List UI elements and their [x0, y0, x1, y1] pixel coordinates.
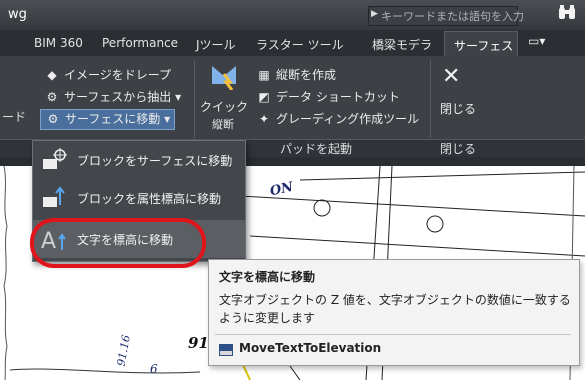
- quick-profile-icon[interactable]: [210, 62, 238, 91]
- ribbon-separator: [430, 60, 431, 138]
- command-icon: [219, 344, 233, 356]
- block-to-elevation-icon: [41, 185, 67, 211]
- extract-icon: ⚙: [46, 90, 58, 104]
- window-title: wg: [8, 7, 27, 22]
- search-placeholder: キーワードまたは語句を入力: [381, 10, 524, 23]
- tab-bridge-modeler[interactable]: 橋梁モデラ: [372, 36, 432, 53]
- drape-icon: ◆: [47, 68, 57, 82]
- profile-create-icon: ▦: [258, 68, 270, 82]
- ribbon-separator: [194, 60, 195, 138]
- tooltip-command-name: MoveTextToElevation: [239, 341, 382, 355]
- extract-label: サーフェスから抽出: [64, 90, 172, 104]
- create-profile-label: 縦断を作成: [276, 68, 337, 82]
- drape-image-label: イメージをドレープ: [64, 68, 172, 82]
- create-profile-button[interactable]: ▦ 縦断を作成: [256, 66, 336, 85]
- menu-item-block-to-elevation[interactable]: ブロックを属性標高に移動: [33, 179, 245, 217]
- canvas-text: 6: [150, 362, 158, 376]
- move-to-surface-label: サーフェスに移動: [65, 112, 161, 126]
- search-input[interactable]: ▶ キーワードまたは語句を入力: [368, 6, 524, 26]
- grading-icon: ✦: [258, 112, 270, 126]
- menu-item-label: ブロックを属性標高に移動: [77, 192, 222, 206]
- ribbon-partial-label: ード: [2, 110, 27, 124]
- tab-surface[interactable]: サーフェス: [444, 31, 518, 57]
- data-shortcut-label: データ ショートカット: [276, 90, 400, 104]
- close-icon[interactable]: ✕: [442, 64, 460, 89]
- menu-item-label: ブロックをサーフェスに移動: [77, 154, 233, 168]
- tab-j-tools[interactable]: Jツール: [196, 36, 236, 53]
- panel-title[interactable]: パッドを起動: [280, 140, 352, 157]
- tab-bim360[interactable]: BIM 360: [34, 36, 83, 50]
- grading-tools-label: グレーディング作成ツール: [276, 112, 420, 126]
- quick-profile-label[interactable]: クイック: [200, 98, 248, 115]
- close-panel-title: 閉じる: [440, 142, 477, 156]
- move-to-surface-icon: ⚙: [47, 112, 59, 126]
- search-expand-icon[interactable]: ▶: [371, 9, 378, 19]
- panel-toggle-icon[interactable]: ▭▾: [528, 34, 545, 48]
- shortcut-icon: ◩: [258, 90, 270, 104]
- move-to-surface-button[interactable]: ⚙ サーフェスに移動 ▾: [40, 109, 176, 130]
- command-tooltip: 文字を標高に移動 文字オブジェクトの Z 値を、文字オブジェクトの数値に一致する…: [208, 259, 580, 366]
- highlight-ring: [30, 218, 206, 268]
- menu-item-block-to-surface[interactable]: ブロックをサーフェスに移動: [33, 141, 245, 179]
- tab-surface-label: サーフェス: [454, 39, 514, 53]
- move-dropdown-icon: ▾: [164, 112, 171, 126]
- grading-tools-button[interactable]: ✦ グレーディング作成ツール: [256, 110, 419, 129]
- drape-image-button[interactable]: ◆ イメージをドレープ: [44, 66, 171, 85]
- tab-raster-tools[interactable]: ラスター ツール: [256, 36, 344, 53]
- data-shortcut-button[interactable]: ◩ データ ショートカット: [256, 88, 400, 107]
- close-button-label[interactable]: 閉じる: [440, 100, 476, 117]
- quick-profile-sublabel: 縦断: [212, 118, 234, 131]
- tab-performance[interactable]: Performance: [102, 36, 178, 50]
- binoculars-icon[interactable]: [556, 5, 578, 25]
- tooltip-title: 文字を標高に移動: [219, 270, 316, 284]
- extract-dropdown-icon: ▾: [175, 90, 182, 104]
- extract-from-surface-button[interactable]: ⚙ サーフェスから抽出 ▾: [44, 88, 182, 107]
- canvas-text: 91: [188, 334, 209, 352]
- ribbon-tab-bar: BIM 360 Performance Jツール ラスター ツール 橋梁モデラ …: [0, 30, 585, 57]
- tooltip-divider: [215, 334, 571, 335]
- title-bar: wg ▶ キーワードまたは語句を入力: [0, 0, 585, 30]
- tooltip-description: 文字オブジェクトの Z 値を、文字オブジェクトの数値に一致するように変更します: [219, 293, 571, 325]
- block-to-surface-icon: [41, 147, 67, 173]
